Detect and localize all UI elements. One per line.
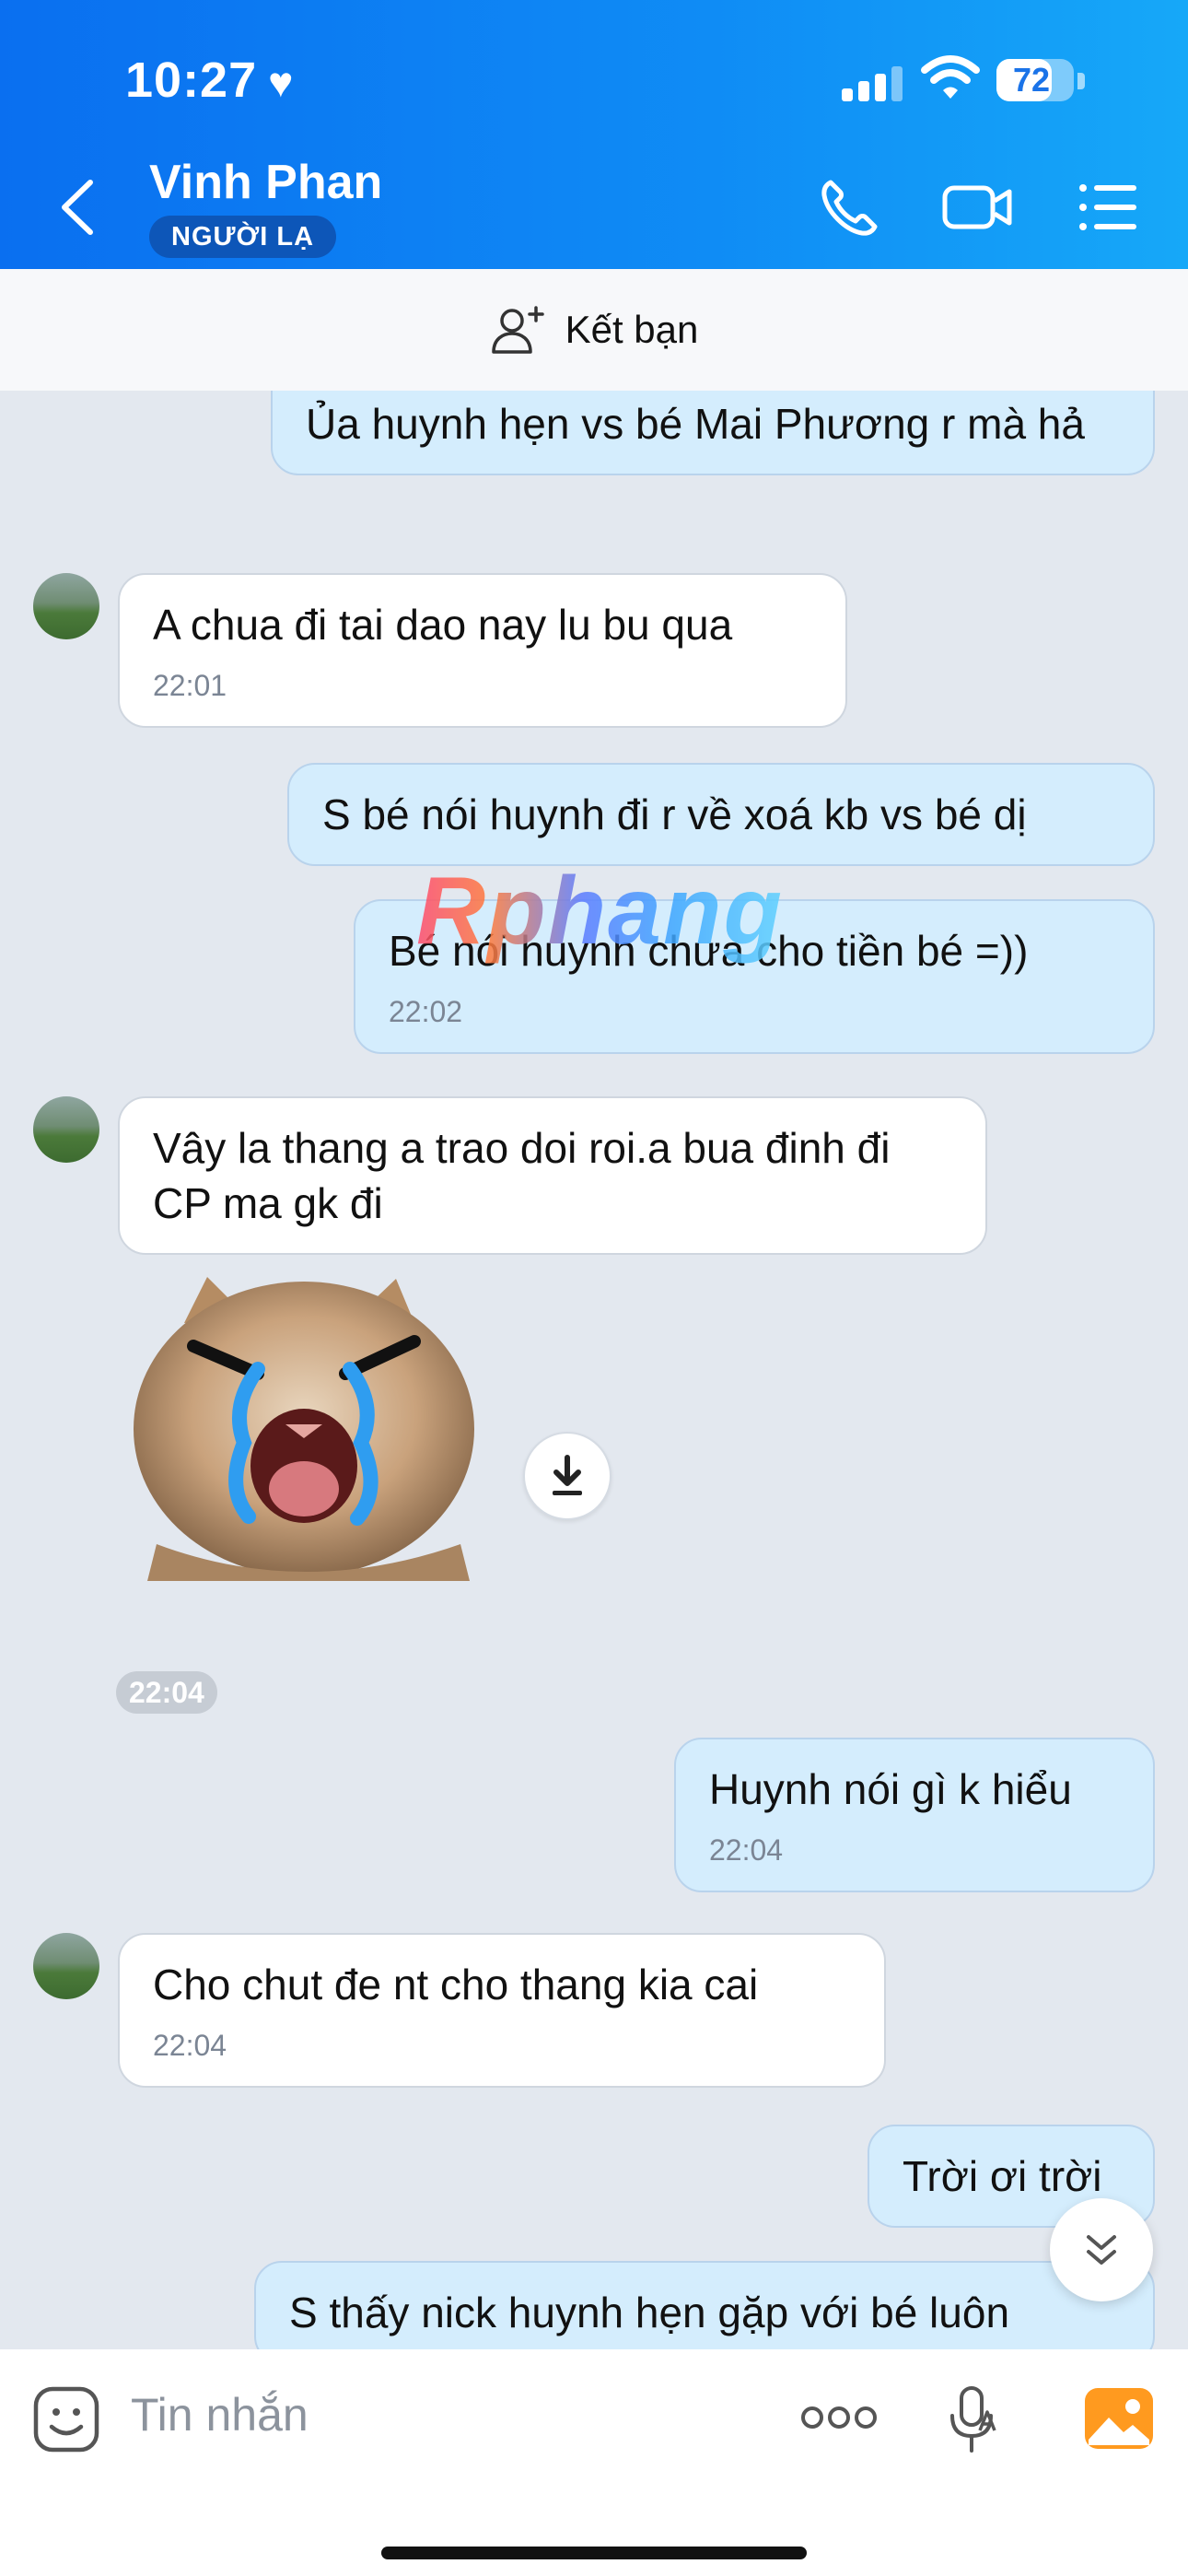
add-friend-button[interactable]: Kết bạn [0,269,1188,391]
message-text: S thấy nick huynh hẹn gặp với bé luôn [289,2289,1010,2336]
message-text: Vây la thang a trao doi roi.a bua đinh đ… [153,1124,891,1227]
back-chevron-icon[interactable] [55,175,99,240]
watermark-logo: Rphang [416,858,785,965]
message-time: 22:01 [153,669,227,702]
menu-list-icon[interactable] [1076,175,1140,240]
message-text: Ủa huynh hẹn vs bé Mai Phương r mà hả [306,400,1085,448]
message-bubble-sent[interactable]: Ủa huynh hẹn vs bé Mai Phương r mà hả [271,391,1155,475]
download-button[interactable] [523,1432,611,1520]
battery-percent: 72 [1012,61,1051,99]
message-bubble-sent[interactable]: S thấy nick huynh hẹn gặp với bé luôn [254,2261,1155,2349]
message-text: Huynh nói gì k hiểu [709,1765,1072,1813]
double-chevron-down-icon [1087,2235,1116,2265]
home-indicator [381,2547,807,2559]
stranger-badge: NGƯỜI LẠ [149,216,337,258]
heart-icon: ♥ [268,58,295,106]
message-bubble-sent[interactable]: Huynh nói gì k hiểu 22:04 [674,1738,1155,1892]
contact-avatar[interactable] [33,1096,99,1163]
more-options-icon[interactable] [799,2399,879,2436]
message-text: Trời ơi trời [903,2152,1102,2200]
add-friend-label: Kết bạn [565,308,699,351]
message-text: S bé nói huynh đi r về xoá kb vs bé dị [322,790,1027,838]
contact-avatar[interactable] [33,1933,99,1999]
message-text: A chua đi tai dao nay lu bu qua [153,601,733,649]
photo-gallery-icon[interactable] [1083,2386,1155,2451]
contact-avatar[interactable] [33,573,99,639]
cellular-signal-icon [842,64,906,101]
contact-name[interactable]: Vinh Phan [149,155,382,210]
message-bubble-received[interactable]: Cho chut đe nt cho thang kia cai 22:04 [118,1933,886,2088]
message-input[interactable]: Tin nhắn [131,2388,309,2441]
battery-tip [1077,73,1085,89]
scroll-to-bottom-button[interactable] [1050,2198,1153,2301]
message-time: 22:04 [153,2029,227,2062]
message-time: 22:04 [709,1833,784,1867]
crying-cat-sticker[interactable] [120,1268,488,1590]
status-time: 10:27 ♥ [125,53,295,108]
download-icon [553,1455,582,1495]
message-bubble-received[interactable]: Vây la thang a trao doi roi.a bua đinh đ… [118,1096,987,1255]
chat-header: 10:27 ♥ 72 Vinh Phan NGƯỜI LẠ [0,0,1188,269]
battery-indicator: 72 [996,59,1074,101]
wifi-icon [921,55,980,99]
voice-microphone-icon[interactable] [943,2383,1002,2456]
message-bubble-received[interactable]: A chua đi tai dao nay lu bu qua 22:01 [118,573,847,728]
message-time: 22:02 [389,995,463,1028]
add-friend-icon [491,306,544,354]
message-text: Cho chut đe nt cho thang kia cai [153,1961,759,2008]
phone-call-icon[interactable] [818,175,882,240]
message-composer: Tin nhắn [0,2349,1188,2576]
message-bubble-sent[interactable]: S bé nói huynh đi r về xoá kb vs bé dị [287,763,1155,866]
video-call-icon[interactable] [941,175,1015,240]
sticker-emoji-icon[interactable] [31,2384,101,2454]
sticker-time: 22:04 [116,1671,217,1714]
message-list[interactable]: Ủa huynh hẹn vs bé Mai Phương r mà hả A … [0,391,1188,2349]
